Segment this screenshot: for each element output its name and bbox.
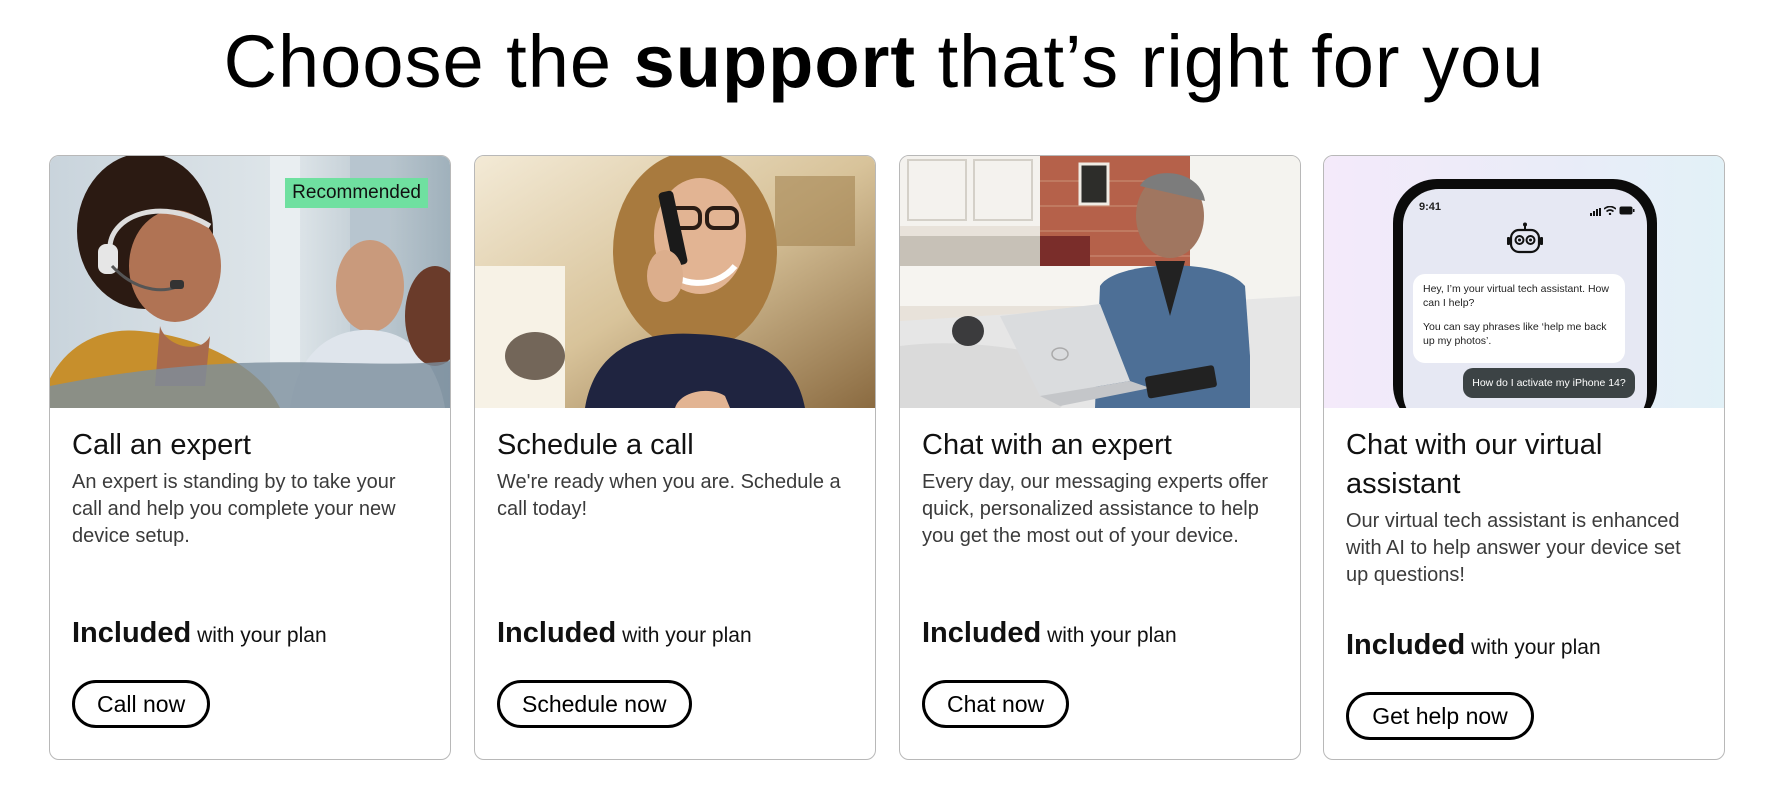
user-message-bubble: How do I activate my iPhone 14? — [1463, 368, 1635, 398]
battery-icon — [1619, 202, 1635, 220]
card-description: Every day, our messaging experts offer q… — [922, 471, 1269, 547]
recommended-badge: Recommended — [285, 178, 428, 208]
plan-price: Included with your plan — [497, 617, 752, 649]
card-title: Chat with our virtual assistant — [1346, 429, 1603, 500]
plan-price: Included with your plan — [72, 617, 327, 649]
plan-price: Included with your plan — [1346, 629, 1601, 661]
user-message: How do I activate my iPhone 14? — [1472, 377, 1626, 389]
bot-message-bubble: Hey, I’m your virtual tech assistant. Ho… — [1413, 274, 1625, 363]
card-title: Call an expert — [72, 429, 251, 461]
card-description: An expert is standing by to take your ca… — [72, 471, 396, 547]
robot-icon — [1506, 222, 1544, 261]
card-description: We're ready when you are. Schedule a cal… — [497, 471, 841, 520]
card-schedule-call: Schedule a call We're ready when you are… — [474, 155, 876, 760]
get-help-now-button[interactable]: Get help now — [1346, 692, 1534, 740]
card-title: Schedule a call — [497, 429, 694, 461]
chat-now-button[interactable]: Chat now — [922, 680, 1070, 728]
phone-chat-illustration: 9:41 Hey, I’m your virtual tech assistan… — [1324, 156, 1724, 408]
bot-message-2: You can say phrases like ‘help me back u… — [1423, 321, 1607, 347]
bot-message-1: Hey, I’m your virtual tech assistant. Ho… — [1423, 283, 1609, 309]
card-call-expert: Recommended Call an expert An expert is … — [49, 155, 451, 760]
phone-time: 9:41 — [1419, 201, 1442, 213]
page-title: Choose the support that’s right for you — [223, 20, 1545, 103]
agents-headset-photo: Recommended — [50, 156, 450, 408]
plan-price: Included with your plan — [922, 617, 1177, 649]
call-now-button[interactable]: Call now — [72, 680, 211, 728]
card-title: Chat with an expert — [922, 429, 1172, 461]
woman-on-phone-photo — [475, 156, 875, 408]
card-virtual-assistant: 9:41 Hey, I’m your virtual tech assistan… — [1323, 155, 1725, 760]
card-chat-expert: Chat with an expert Every day, our messa… — [899, 155, 1301, 760]
signal-icon — [1590, 203, 1602, 221]
man-laptop-kitchen-photo — [900, 156, 1300, 408]
wifi-icon — [1603, 202, 1617, 220]
schedule-now-button[interactable]: Schedule now — [497, 680, 692, 728]
card-description: Our virtual tech assistant is enhanced w… — [1346, 510, 1681, 586]
